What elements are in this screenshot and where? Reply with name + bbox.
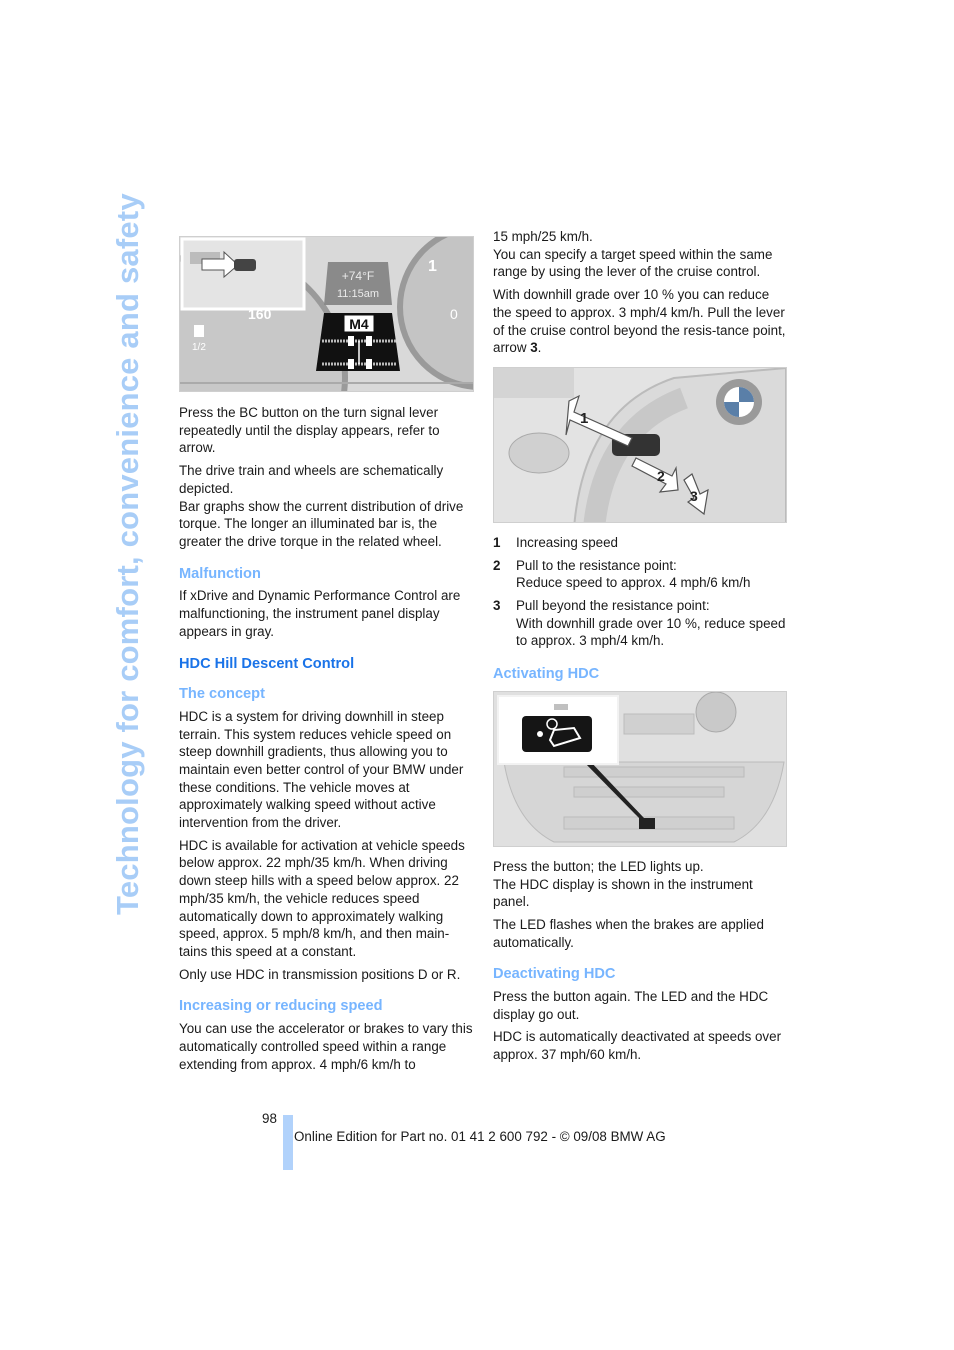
arrow-label-1: 1 (580, 410, 588, 427)
list-item-text: Pull to the resistance point: (516, 557, 677, 573)
display-temperature: +74°F (342, 269, 374, 283)
arrow-label-2: 2 (657, 468, 665, 484)
heading-speed: Increasing or reducing speed (179, 998, 383, 1015)
hdc-button-icon (639, 817, 655, 829)
list-item-subtext: Reduce speed to approx. 4 mph/6 km/h (516, 575, 751, 591)
paragraph-press-again: Press the button again. The LED and the … (493, 989, 769, 1022)
lever-positions-list: 1 Increasing speed 2 Pull to the resistanc… (493, 534, 789, 650)
paragraph-bc-button: Press the BC button on the turn signal l… (179, 405, 440, 456)
arrow-label-3: 3 (690, 488, 698, 504)
gauge-label-0: 0 (450, 306, 458, 322)
list-item: 3 Pull beyond the resistance point: With d… (493, 597, 789, 650)
paragraph-drive-train: The drive train and wheels are schematic… (179, 463, 444, 496)
heading-activating-hdc: Activating HDC (493, 666, 600, 683)
paragraph-led-flashes: The LED flashes when the brakes are appl… (493, 916, 764, 950)
list-item-number: 2 (493, 557, 501, 573)
chapter-side-title: Technology for comfort, convenience and … (110, 193, 145, 915)
list-item: 2 Pull to the resistance point: Reduce spe… (493, 557, 789, 592)
paragraph-concept-1: HDC is a system for driving downhill in … (179, 708, 464, 831)
paragraph-hdc-display: The HDC display is shown in the instrume… (493, 876, 753, 910)
footer-edition-text: Online Edition for Part no. 01 41 2 600 … (294, 1129, 666, 1144)
paragraph-downhill-grade: With downhill grade over 10 % you can re… (493, 286, 789, 357)
paragraph-concept-3: Only use HDC in transmission positions D… (179, 966, 461, 982)
heading-hdc: HDC Hill Descent Control (179, 656, 355, 673)
arrow-ref: 3 (530, 340, 538, 356)
right-column: 15 mph/25 km/h. You can specify a target… (493, 228, 789, 1069)
heading-malfunction: Malfunction (179, 565, 261, 582)
gear-indicator: M4 (349, 316, 369, 332)
paragraph-bar-graphs: Bar graphs show the current distribution… (179, 498, 464, 549)
instrument-cluster-graphic: +74°F 11:15am M4 160 1/2 1 0 (180, 237, 473, 391)
list-item-number: 1 (493, 534, 501, 550)
fuel-icon (194, 325, 204, 337)
paragraph-speed: You can use the accelerator or brakes to… (179, 1021, 473, 1072)
paragraph-speed-continued: 15 mph/25 km/h. (493, 229, 593, 244)
gauge-label-half: 1/2 (192, 342, 206, 353)
list-item-subtext: With downhill grade over 10 %, reduce sp… (516, 615, 786, 649)
display-time: 11:15am (337, 288, 379, 300)
left-column: +74°F 11:15am M4 160 1/2 1 0 Press the B… (179, 236, 475, 1078)
gauge-label-160: 160 (248, 306, 272, 322)
footer-accent-bar (283, 1115, 293, 1170)
list-item-text: Pull beyond the resistance point: (516, 598, 710, 614)
steering-wheel-graphic: 1 2 3 (494, 367, 786, 522)
instrument-cluster-illustration: +74°F 11:15am M4 160 1/2 1 0 (179, 236, 474, 392)
page-number: 98 (262, 1111, 277, 1126)
cruise-control-lever-illustration: 1 2 3 (493, 366, 787, 523)
list-item-number: 3 (493, 598, 501, 614)
paragraph-auto-deactivate: HDC is automatically deactivated at spee… (493, 1029, 782, 1063)
paragraph-concept-2: HDC is available for activation at vehic… (179, 837, 465, 959)
grade-text-end: . (537, 340, 542, 356)
list-item: 1 Increasing speed (493, 534, 789, 552)
paragraph-target-speed: You can specify a target speed within th… (493, 246, 773, 280)
center-console-graphic (494, 691, 786, 846)
list-item-text: Increasing speed (516, 534, 618, 550)
hdc-button-illustration (493, 690, 787, 847)
heading-concept: The concept (179, 686, 265, 703)
paragraph-press-button: Press the button; the LED lights up. (493, 858, 704, 874)
heading-deactivating-hdc: Deactivating HDC (493, 966, 616, 983)
paragraph-malfunction: If xDrive and Dynamic Performance Contro… (179, 588, 461, 639)
gauge-label-1: 1 (428, 258, 437, 275)
